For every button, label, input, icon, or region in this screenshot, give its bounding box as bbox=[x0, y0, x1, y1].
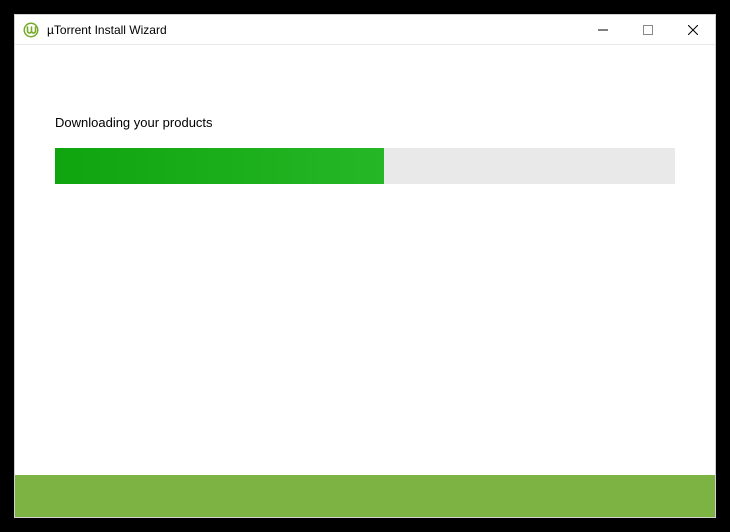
maximize-button[interactable] bbox=[625, 15, 670, 44]
content-area: Downloading your products bbox=[15, 45, 715, 475]
utorrent-icon bbox=[23, 22, 39, 38]
minimize-button[interactable] bbox=[580, 15, 625, 44]
window-controls bbox=[580, 15, 715, 44]
progress-fill bbox=[55, 148, 384, 184]
footer-bar bbox=[15, 475, 715, 517]
close-button[interactable] bbox=[670, 15, 715, 44]
status-text: Downloading your products bbox=[55, 115, 675, 130]
titlebar: µTorrent Install Wizard bbox=[15, 15, 715, 45]
install-wizard-window: µTorrent Install Wizard Downloading your… bbox=[14, 14, 716, 518]
progress-bar bbox=[55, 148, 675, 184]
window-title: µTorrent Install Wizard bbox=[47, 23, 580, 37]
outer-frame: µTorrent Install Wizard Downloading your… bbox=[10, 10, 720, 522]
